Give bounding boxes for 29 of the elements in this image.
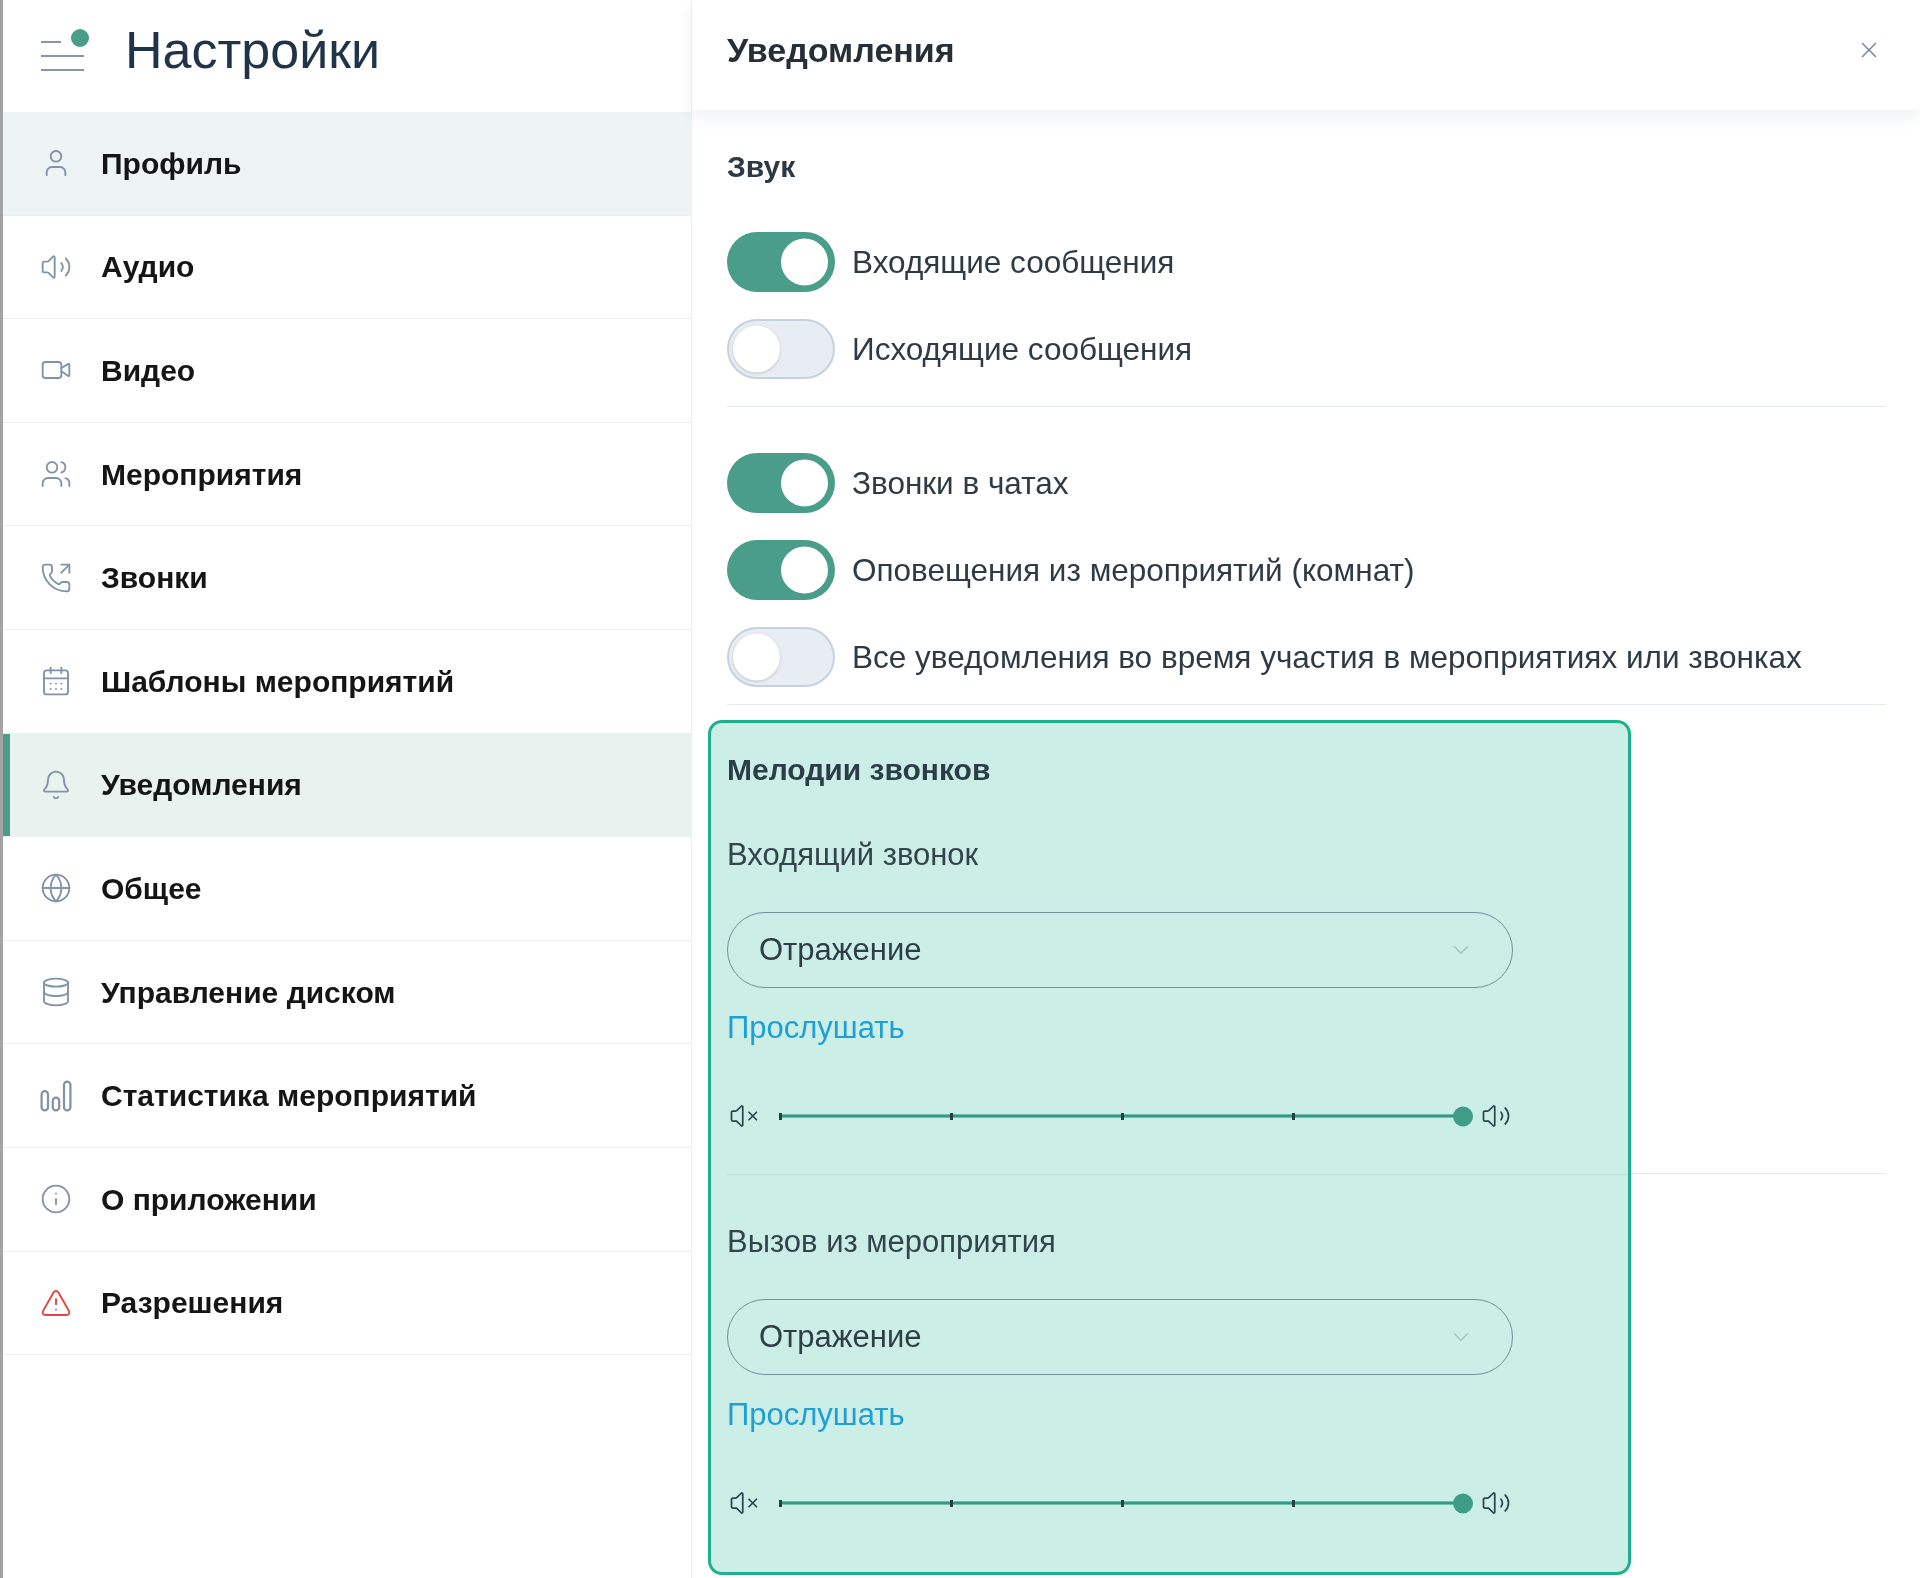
panel-title: Уведомления — [727, 30, 955, 70]
database-icon — [40, 976, 72, 1009]
menu-button[interactable] — [41, 29, 89, 71]
globe-icon — [40, 872, 72, 905]
slider-thumb[interactable] — [1453, 1493, 1473, 1513]
toggle-switch[interactable] — [727, 232, 835, 292]
bar-chart-icon — [40, 1079, 72, 1112]
toggle-switch[interactable] — [727, 453, 835, 513]
toggle-label: Входящие сообщения — [852, 243, 1175, 281]
toggle-label: Исходящие сообщения — [852, 330, 1193, 368]
toggle-switch[interactable] — [727, 627, 835, 687]
bell-icon — [40, 768, 72, 801]
section-heading: Мелодии звонков — [727, 752, 991, 788]
sidebar-item[interactable]: Уведомления — [3, 733, 691, 838]
sidebar-item[interactable]: Профиль — [3, 112, 691, 216]
section-heading: Звук — [727, 149, 796, 185]
slider-thumb[interactable] — [1453, 1106, 1473, 1126]
toggle-label: Оповещения из мероприятий (комнат) — [852, 551, 1415, 589]
menu-icon — [41, 41, 84, 71]
ringtone-label: Вызов из мероприятия — [727, 1223, 1056, 1261]
sidebar-title: Настройки — [125, 20, 380, 80]
phone-arrow-icon — [40, 561, 72, 594]
toggle-label: Звонки в чатах — [852, 464, 1069, 502]
ringtone-label: Входящий звонок — [727, 836, 979, 874]
toggle-switch[interactable] — [727, 540, 835, 600]
toggle-switch[interactable] — [727, 319, 835, 379]
toggle-label: Все уведомления во время участия в мероприятиях или звонках — [852, 638, 1802, 676]
info-icon — [40, 1183, 72, 1216]
calendar-icon — [40, 665, 72, 698]
